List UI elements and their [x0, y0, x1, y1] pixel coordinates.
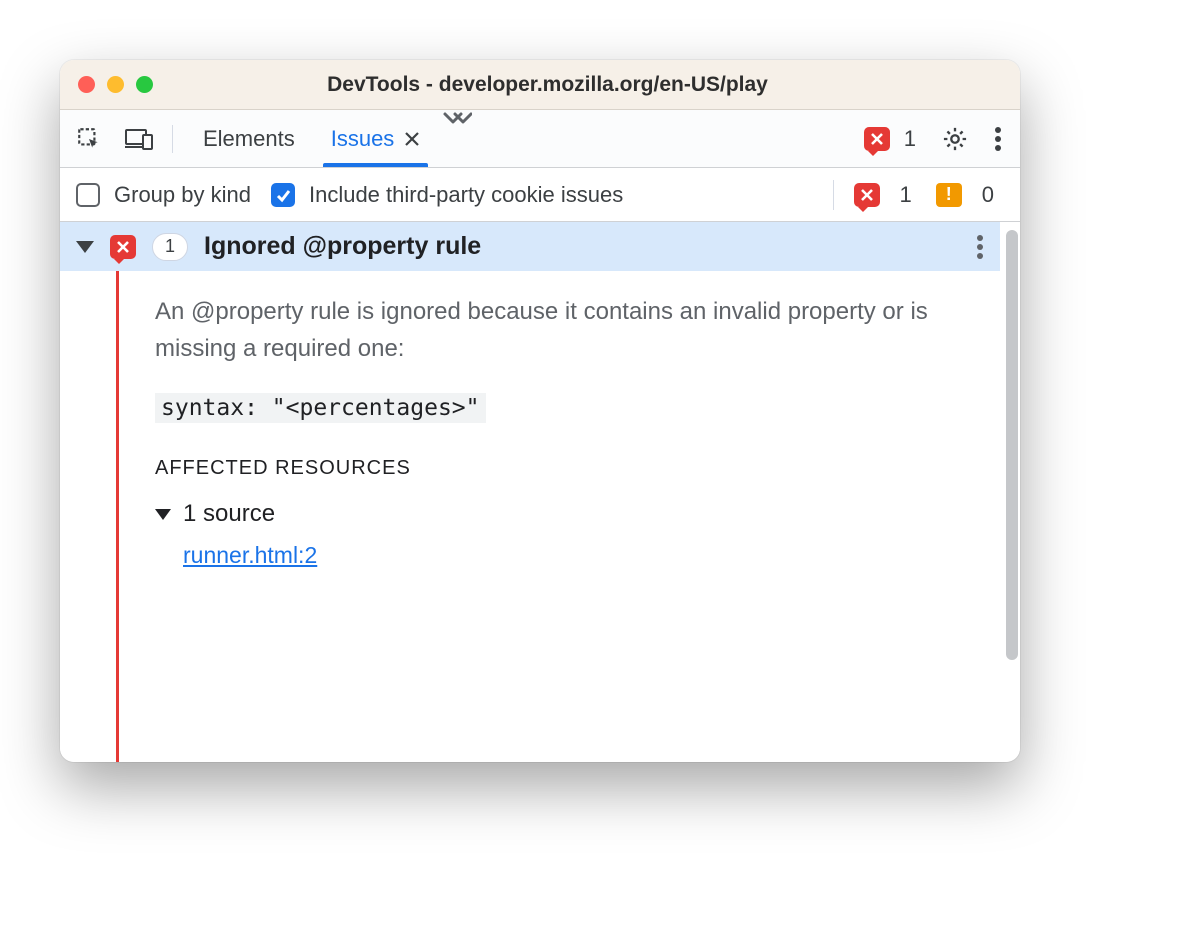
main-toolbar: Elements Issues 1 [60, 110, 1020, 168]
vertical-scrollbar[interactable] [1006, 230, 1018, 660]
source-link[interactable]: runner.html:2 [183, 542, 317, 568]
close-tab-icon[interactable] [404, 131, 420, 147]
device-toolbar-icon[interactable] [118, 118, 160, 160]
source-summary-row[interactable]: 1 source [155, 500, 970, 528]
issues-options-bar: Group by kind Include third-party cookie… [60, 168, 1020, 222]
include-third-party-label: Include third-party cookie issues [309, 182, 623, 208]
options-error-badge-icon[interactable] [854, 183, 880, 207]
source-link-row: runner.html:2 [183, 542, 970, 569]
affected-resources-label: AFFECTED RESOURCES [155, 457, 970, 480]
tab-label: Issues [331, 126, 395, 152]
issues-body: 1 Ignored @property rule An @property ru… [60, 222, 1020, 762]
group-by-kind-checkbox[interactable] [76, 183, 100, 207]
severity-indicator [116, 271, 119, 762]
options-separator [833, 180, 834, 210]
issue-title: Ignored @property rule [204, 232, 960, 261]
more-menu-icon[interactable] [984, 118, 1012, 160]
tab-label: Elements [203, 126, 295, 152]
chevron-down-icon [155, 509, 171, 520]
expand-toggle-icon[interactable] [76, 241, 94, 253]
tab-issues[interactable]: Issues [313, 110, 439, 167]
issue-description: An @property rule is ignored because it … [155, 293, 970, 367]
error-badge-icon[interactable] [864, 127, 890, 151]
issue-body: An @property rule is ignored because it … [60, 271, 1000, 762]
issue-more-menu-icon[interactable] [976, 234, 984, 260]
inspect-element-icon[interactable] [68, 118, 110, 160]
group-by-kind-label: Group by kind [114, 182, 251, 208]
panel-tabs: Elements Issues [185, 110, 472, 167]
toolbar-separator [172, 125, 173, 153]
issue-code-snippet: syntax: "<percentages>" [155, 393, 486, 423]
options-error-count: 1 [900, 182, 912, 208]
options-warning-count: 0 [982, 182, 994, 208]
issue-header[interactable]: 1 Ignored @property rule [60, 222, 1000, 271]
issue-content: An @property rule is ignored because it … [155, 271, 1000, 762]
settings-icon[interactable] [934, 118, 976, 160]
tab-elements[interactable]: Elements [185, 110, 313, 167]
window-title: DevTools - developer.mozilla.org/en-US/p… [93, 73, 1002, 97]
options-warning-badge-icon[interactable]: ! [936, 183, 962, 207]
more-tabs-icon[interactable] [442, 110, 472, 167]
issue-count-pill: 1 [152, 233, 188, 261]
devtools-window: DevTools - developer.mozilla.org/en-US/p… [60, 60, 1020, 762]
include-third-party-checkbox[interactable] [271, 183, 295, 207]
issue-error-icon [110, 235, 136, 259]
source-summary-text: 1 source [183, 500, 275, 528]
titlebar: DevTools - developer.mozilla.org/en-US/p… [60, 60, 1020, 110]
issue-container: 1 Ignored @property rule An @property ru… [60, 222, 1020, 762]
toolbar-error-count: 1 [904, 126, 916, 152]
